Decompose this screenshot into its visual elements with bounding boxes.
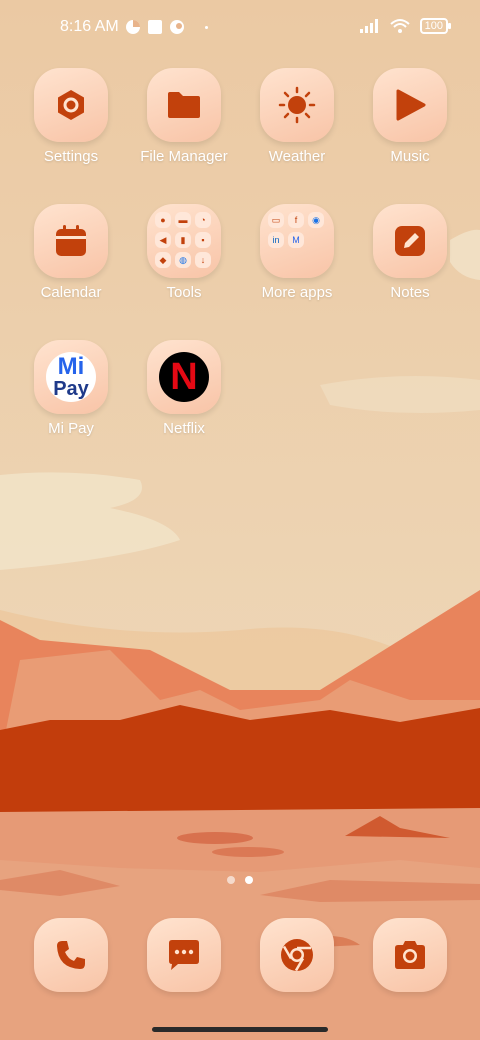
notification-icon <box>169 20 184 34</box>
camera-icon <box>395 941 425 969</box>
store-mini-icon: ▭ <box>268 212 284 228</box>
battery-indicator: 100 <box>419 18 452 34</box>
camera-icon-tile[interactable] <box>373 918 447 992</box>
page-indicator <box>0 876 480 884</box>
globe-mini-icon: ◉ <box>308 212 324 228</box>
netflix-icon-tile[interactable]: N <box>147 340 221 414</box>
app-label: Netflix <box>163 420 205 437</box>
app-label: Weather <box>268 148 326 165</box>
app-label: Settings <box>43 148 99 165</box>
app-folder-more-apps[interactable]: ▭ f ◉ in M More apps <box>241 204 353 314</box>
mi-pay-logo-top: Mi <box>57 353 85 380</box>
empty-mini-slot <box>268 252 284 268</box>
empty-mini-slot <box>308 232 324 248</box>
app-settings[interactable]: Settings <box>15 68 127 178</box>
more-notifications-dot-icon <box>204 25 208 29</box>
download-mini-icon: ↓ <box>195 252 211 268</box>
empty-mini-slot <box>288 252 304 268</box>
megaphone-mini-icon: ◀ <box>155 232 171 248</box>
contacts-mini-icon: ● <box>155 212 171 228</box>
clock-mini-icon: ◔ <box>195 212 211 228</box>
status-left: 8:16 AM <box>60 18 208 36</box>
app-file-manager[interactable]: File Manager <box>128 68 240 178</box>
app-label: Notes <box>390 284 430 301</box>
music-icon-tile[interactable] <box>373 68 447 142</box>
page-dot[interactable] <box>227 876 235 884</box>
notes-icon <box>395 226 425 256</box>
sun-icon <box>278 86 316 124</box>
messages-icon-tile[interactable] <box>147 918 221 992</box>
app-label: File Manager <box>140 148 228 165</box>
chrome-icon <box>281 939 313 972</box>
netflix-logo: N <box>170 355 198 398</box>
play-icon <box>396 89 426 121</box>
more-apps-folder-icon: ▭ f ◉ in M <box>268 212 326 270</box>
linkedin-mini-icon: in <box>268 232 284 248</box>
app-music[interactable]: Music <box>354 68 466 178</box>
empty-mini-slot <box>308 252 324 268</box>
mi-pay-icon-tile[interactable]: Mi Pay <box>34 340 108 414</box>
mi-mini-icon: M <box>288 232 304 248</box>
app-label: Music <box>390 148 430 165</box>
app-mi-pay[interactable]: Mi Pay Mi Pay <box>15 340 127 450</box>
mi-pay-icon: Mi Pay <box>46 352 96 402</box>
square-notification-icon <box>147 20 162 34</box>
settings-icon-tile[interactable] <box>34 68 108 142</box>
app-netflix[interactable]: N Netflix <box>128 340 240 450</box>
facebook-mini-icon: f <box>288 212 304 228</box>
app-label: Tools <box>166 284 202 301</box>
phone-icon-tile[interactable] <box>34 918 108 992</box>
phone-icon <box>57 941 85 969</box>
status-right: 100 <box>359 18 452 34</box>
wifi-icon <box>389 19 410 33</box>
dock <box>0 916 480 996</box>
folder-icon <box>168 92 200 118</box>
calendar-icon-tile[interactable] <box>34 204 108 278</box>
settings-icon <box>58 90 84 120</box>
home-gesture-bar[interactable] <box>152 1027 328 1032</box>
notes-icon-tile[interactable] <box>373 204 447 278</box>
status-time: 8:16 AM <box>60 18 119 35</box>
notification-icon <box>125 20 140 34</box>
app-label: Mi Pay <box>48 420 94 437</box>
more-apps-folder-tile[interactable]: ▭ f ◉ in M <box>260 204 334 278</box>
signal-icon <box>359 19 378 33</box>
netflix-icon: N <box>159 352 209 402</box>
home-app-grid: Settings File Manager Weather Music Cale… <box>0 0 480 1040</box>
layers-mini-icon: ◆ <box>155 252 171 268</box>
chat-icon <box>169 940 199 970</box>
app-label: Calendar <box>40 284 102 301</box>
page-dot-active[interactable] <box>245 876 253 884</box>
browser-mini-icon: ◍ <box>175 252 191 268</box>
card-mini-icon: ▬ <box>175 212 191 228</box>
dock-camera[interactable] <box>354 918 466 998</box>
book-mini-icon: ▪ <box>195 232 211 248</box>
dock-phone[interactable] <box>15 918 127 998</box>
status-bar: 8:16 AM 100 <box>0 0 480 56</box>
weather-icon-tile[interactable] <box>260 68 334 142</box>
tools-folder-tile[interactable]: ● ▬ ◔ ◀ ▮ ▪ ◆ ◍ ↓ <box>147 204 221 278</box>
app-calendar[interactable]: Calendar <box>15 204 127 314</box>
dock-chrome[interactable] <box>241 918 353 998</box>
app-folder-tools[interactable]: ● ▬ ◔ ◀ ▮ ▪ ◆ ◍ ↓ Tools <box>128 204 240 314</box>
app-label: More apps <box>261 284 333 301</box>
dock-messages[interactable] <box>128 918 240 998</box>
calendar-icon <box>56 225 86 256</box>
tools-folder-icon: ● ▬ ◔ ◀ ▮ ▪ ◆ ◍ ↓ <box>155 212 213 270</box>
mi-pay-logo-bottom: Pay <box>53 378 89 400</box>
app-notes[interactable]: Notes <box>354 204 466 314</box>
recorder-mini-icon: ▮ <box>175 232 191 248</box>
app-weather[interactable]: Weather <box>241 68 353 178</box>
file-manager-icon-tile[interactable] <box>147 68 221 142</box>
chrome-icon-tile[interactable] <box>260 918 334 992</box>
